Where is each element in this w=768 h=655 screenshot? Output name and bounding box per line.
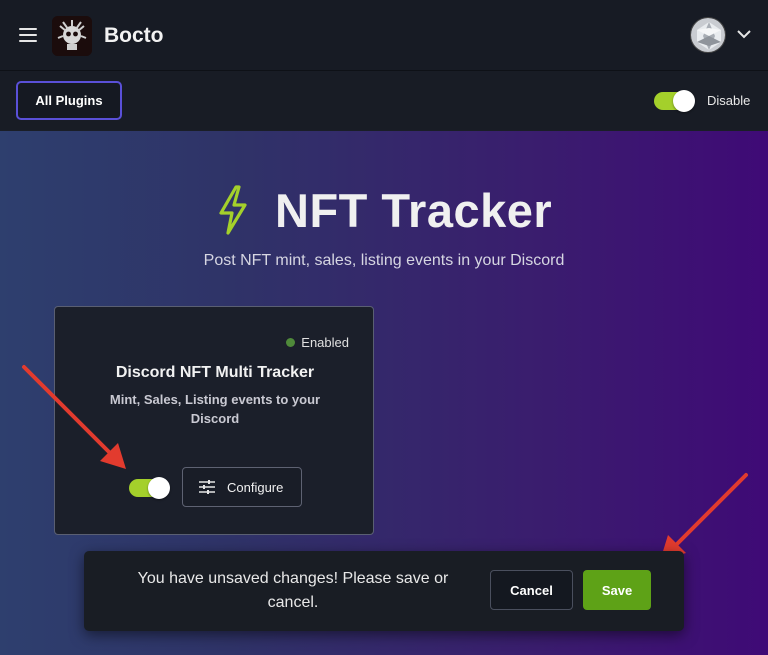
top-navbar: Bocto — [0, 0, 768, 70]
status-badge: Enabled — [286, 335, 349, 350]
toggle-knob — [148, 477, 170, 499]
cancel-button[interactable]: Cancel — [490, 570, 573, 610]
bot-logo-icon — [52, 16, 92, 56]
card-description: Mint, Sales, Listing events to your Disc… — [109, 392, 321, 426]
status-label: Enabled — [301, 335, 349, 350]
save-button[interactable]: Save — [583, 570, 651, 610]
hamburger-menu-icon[interactable] — [19, 28, 37, 42]
user-avatar[interactable] — [690, 17, 726, 53]
unsaved-message: You have unsaved changes! Please save or… — [137, 570, 449, 611]
all-plugins-button[interactable]: All Plugins — [16, 81, 122, 120]
sliders-icon — [199, 480, 215, 494]
lightning-bolt-icon — [216, 184, 250, 236]
plugin-enable-toggle[interactable] — [654, 90, 695, 112]
plugin-toolbar: All Plugins Disable — [0, 70, 768, 130]
unsaved-changes-bar: You have unsaved changes! Please save or… — [84, 551, 684, 631]
configure-button[interactable]: Configure — [182, 467, 302, 507]
toggle-knob — [673, 90, 695, 112]
page-title: NFT Tracker — [275, 184, 553, 237]
tracker-card: Enabled Discord NFT Multi Tracker Mint, … — [54, 306, 374, 535]
disable-label: Disable — [707, 93, 751, 108]
status-dot-icon — [286, 338, 296, 347]
chevron-down-icon[interactable] — [735, 27, 753, 41]
tracker-toggle[interactable] — [129, 477, 170, 499]
configure-label: Configure — [227, 480, 284, 495]
card-title: Discord NFT Multi Tracker — [115, 364, 315, 381]
brand-name: Bocto — [104, 24, 164, 47]
page-subtitle: Post NFT mint, sales, listing events in … — [203, 252, 565, 269]
